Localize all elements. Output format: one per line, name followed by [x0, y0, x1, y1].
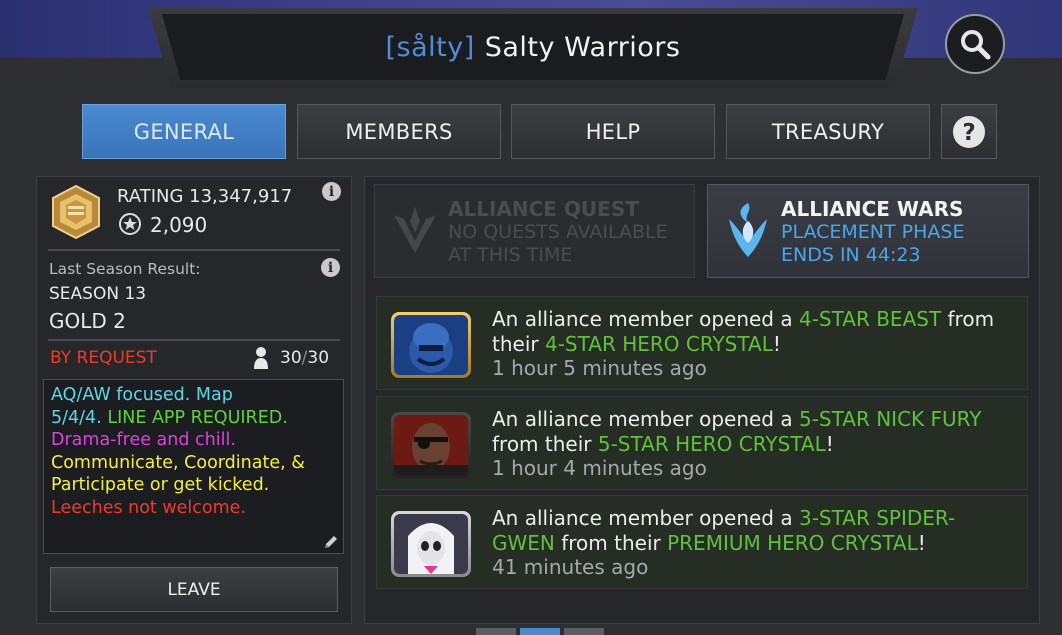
- season-info-icon[interactable]: i: [321, 258, 340, 277]
- feed-item: An alliance member opened a 5-STAR NICK …: [376, 396, 1028, 490]
- prestige-star-icon: [119, 213, 141, 235]
- rating-label: RATING: [117, 186, 184, 207]
- member-count: 30: [280, 348, 302, 368]
- season-text: SEASON 13: [49, 284, 147, 304]
- last-season-label: Last Season Result:: [49, 260, 201, 278]
- feed-text-suffix: !: [917, 530, 926, 555]
- feed-hero-name: 3-STAR SPIDER-: [798, 506, 956, 530]
- rating-badge-icon: [52, 184, 100, 240]
- alliance-quest-line1: NO QUESTS AVAILABLE: [448, 221, 668, 243]
- feed-text-prefix: An alliance member opened a: [492, 506, 799, 530]
- feed-text-line2: from their: [492, 431, 598, 456]
- feed-timestamp: 1 hour 4 minutes ago: [492, 456, 707, 480]
- feed-crystal-name: 5-STAR HERO CRYSTAL: [597, 431, 826, 456]
- tab-treasury[interactable]: TREASURY: [726, 104, 930, 159]
- spider-gwen-portrait: [391, 511, 471, 577]
- feed-text-line2: from their: [554, 530, 668, 555]
- rating-value: 13,347,917: [189, 186, 293, 207]
- nick-fury-portrait: [391, 412, 471, 478]
- beast-portrait: [391, 312, 471, 378]
- svg-text:?: ?: [962, 120, 975, 146]
- join-type-text: BY REQUEST: [50, 348, 157, 368]
- feed-timestamp: 41 minutes ago: [492, 555, 649, 579]
- page-indicator-active[interactable]: [520, 628, 560, 635]
- feed-text-middle: from: [941, 307, 995, 331]
- feed-hero-name-cont: GWEN: [492, 530, 555, 555]
- feed-hero-name: 4-STAR BEAST: [798, 307, 942, 331]
- description-line: Leeches not welcome.: [51, 497, 247, 518]
- member-person-icon: [254, 347, 268, 369]
- edit-pencil-icon[interactable]: [322, 533, 340, 551]
- alliance-description: AQ/AW focused. Map 5/4/4. LINE APP REQUI…: [43, 379, 344, 554]
- description-line: Communicate, Coordinate, &: [51, 452, 305, 473]
- description-line: LINE APP REQUIRED.: [101, 407, 288, 428]
- tab-members[interactable]: MEMBERS: [297, 104, 501, 159]
- beast-portrait-icon: [394, 315, 468, 375]
- description-line: Drama-free and chill.: [51, 430, 236, 450]
- alliance-quest-card[interactable]: ALLIANCE QUEST NO QUESTS AVAILABLE AT TH…: [374, 184, 695, 278]
- alliance-wars-icon: [729, 203, 767, 257]
- tab-general[interactable]: GENERAL: [82, 104, 286, 159]
- alliance-quest-line2: AT THIS TIME: [448, 244, 573, 266]
- alliance-wars-line1: PLACEMENT PHASE: [781, 221, 965, 243]
- spider-gwen-portrait-icon: [394, 514, 468, 574]
- feed-text-suffix: !: [825, 431, 834, 456]
- feed-item: An alliance member opened a 4-STAR BEAST…: [376, 296, 1028, 390]
- help-button[interactable]: ?: [941, 104, 997, 159]
- member-max: 30: [307, 348, 330, 368]
- feed-text-line2: their: [492, 331, 545, 356]
- feed-timestamp: 1 hour 5 minutes ago: [492, 356, 707, 380]
- page-indicator[interactable]: [564, 628, 604, 635]
- feed-hero-name: 5-STAR NICK FURY: [798, 407, 982, 431]
- prestige-value: 2,090: [150, 213, 208, 237]
- description-line: AQ/AW focused. Map: [51, 385, 233, 405]
- alliance-wars-title: ALLIANCE WARS: [781, 197, 964, 221]
- alliance-quest-title: ALLIANCE QUEST: [448, 197, 639, 221]
- question-icon: ?: [953, 115, 985, 148]
- tier-text: GOLD 2: [49, 309, 126, 333]
- feed-text-prefix: An alliance member opened a: [492, 407, 799, 431]
- rating-info-icon[interactable]: i: [322, 182, 341, 201]
- feed-text-suffix: !: [772, 331, 781, 356]
- leave-button[interactable]: LEAVE: [50, 567, 338, 612]
- feed-crystal-name: 4-STAR HERO CRYSTAL: [544, 331, 773, 356]
- tab-help[interactable]: HELP: [511, 104, 715, 159]
- nick-fury-portrait-icon: [394, 415, 468, 475]
- divider: [48, 339, 340, 341]
- search-button[interactable]: [945, 14, 1005, 74]
- page-title: [sålty] Salty Warriors: [162, 14, 904, 80]
- alliance-name: Salty Warriors: [484, 31, 681, 63]
- feed-item: An alliance member opened a 3-STAR SPIDE…: [376, 495, 1028, 589]
- search-icon: [961, 30, 991, 60]
- alliance-tag: [sålty]: [385, 31, 475, 63]
- page-indicator[interactable]: [476, 628, 516, 635]
- alliance-quest-icon: [394, 207, 436, 253]
- alliance-wars-line2: ENDS IN 44:23: [781, 244, 921, 266]
- description-line: 5/4/4.: [51, 407, 102, 428]
- divider: [48, 249, 340, 251]
- alliance-wars-card[interactable]: ALLIANCE WARS PLACEMENT PHASE ENDS IN 44…: [707, 184, 1029, 278]
- feed-crystal-name: PREMIUM HERO CRYSTAL: [667, 530, 918, 555]
- description-line: Participate or get kicked.: [51, 475, 270, 495]
- feed-text-prefix: An alliance member opened a: [492, 307, 799, 331]
